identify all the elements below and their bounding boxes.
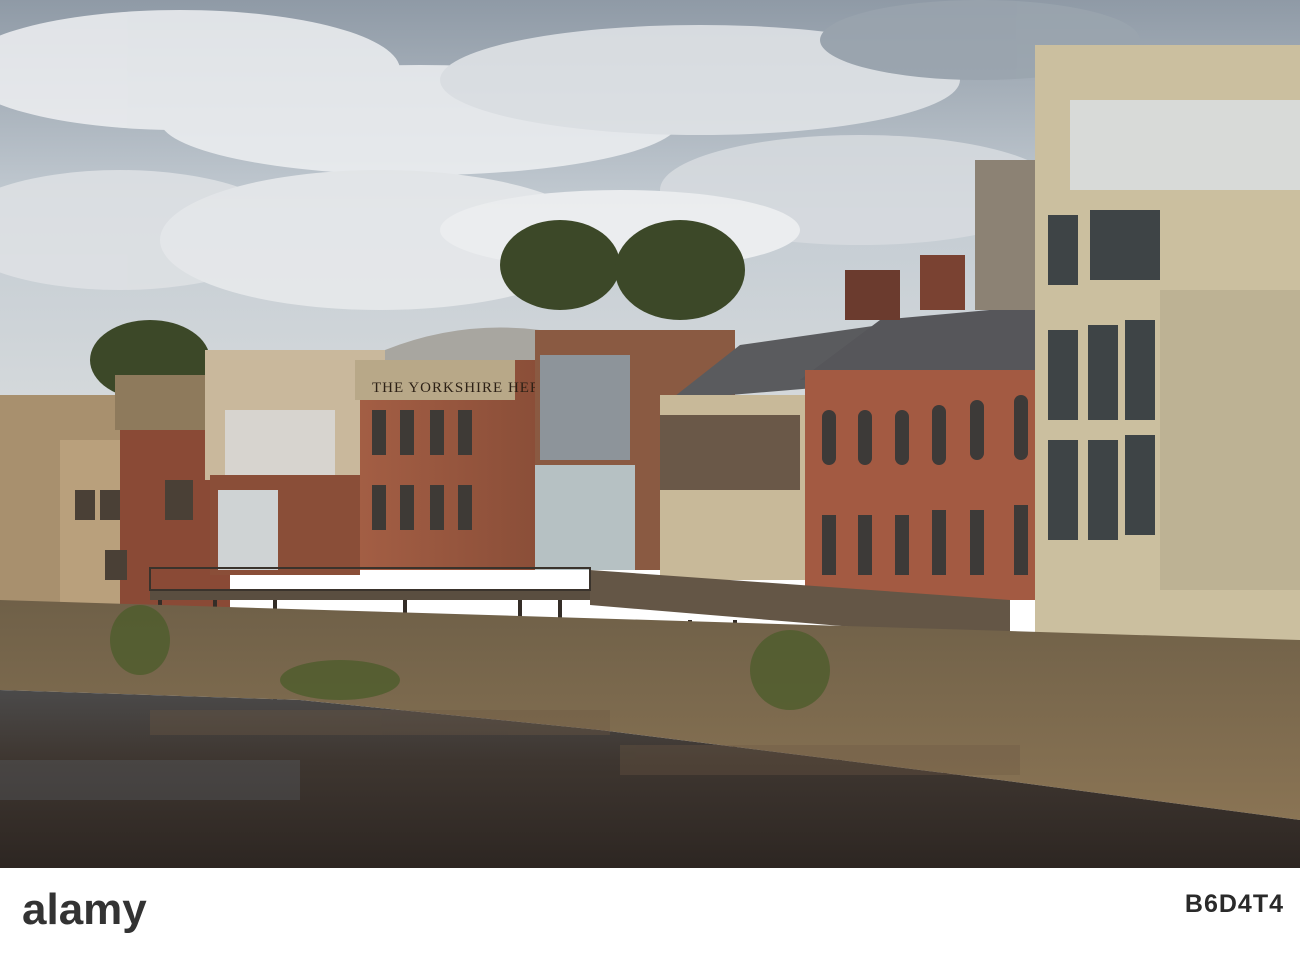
modern-tower <box>1035 45 1300 660</box>
svg-text:alamy: alamy <box>22 886 147 934</box>
alamy-logo: alamy <box>22 886 147 934</box>
photograph: THE YORKSHIRE HERALD <box>0 0 1300 868</box>
watermark-bar: alamy B6D4T4 <box>0 868 1300 956</box>
yorkshire-herald-building: THE YORKSHIRE HERALD <box>205 327 574 575</box>
image-id: B6D4T4 <box>1184 890 1284 918</box>
